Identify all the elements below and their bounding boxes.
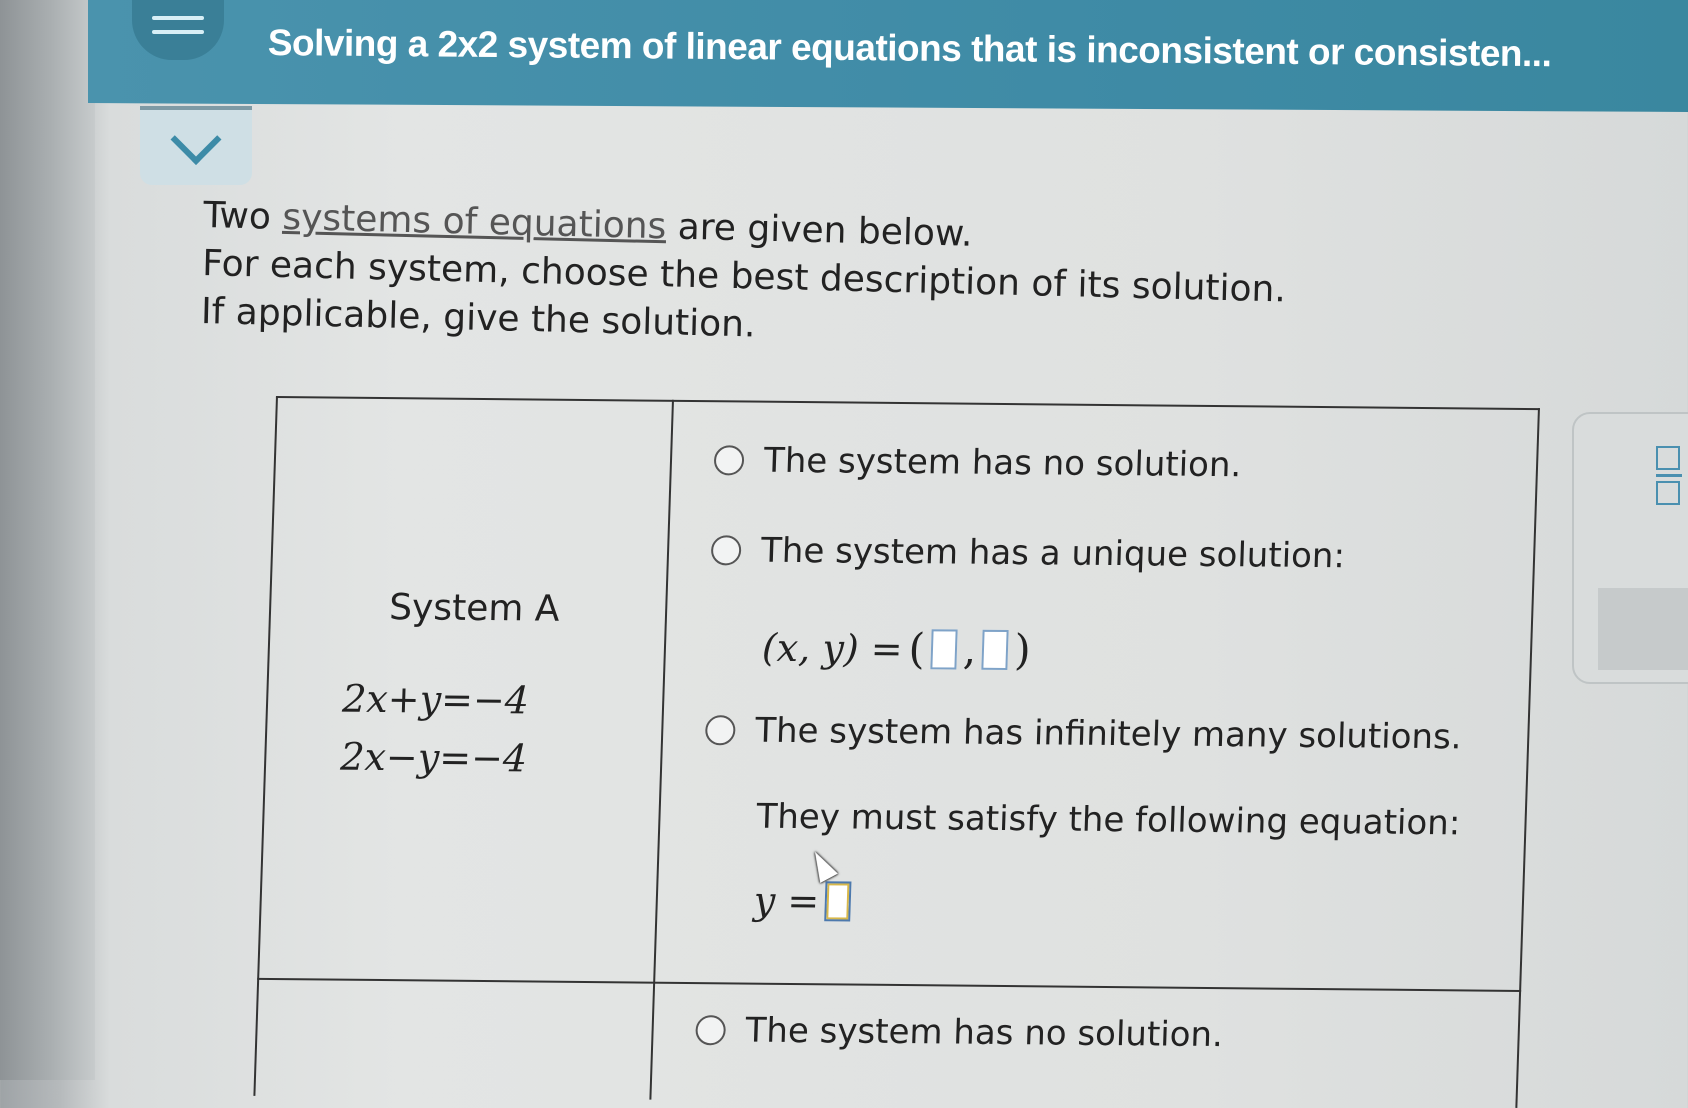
tool-button[interactable] [1598, 588, 1688, 670]
x-value-input[interactable] [930, 628, 958, 670]
y-equation-input[interactable] [824, 881, 852, 922]
numerator-box-icon [1656, 446, 1680, 470]
unique-solution-answer: (x, y) = ( , ) [761, 623, 1032, 675]
left-edge [0, 0, 95, 1080]
system-a-label: System A [388, 587, 561, 630]
denominator-box-icon [1656, 481, 1680, 505]
must-satisfy-text: They must satisfy the following equation… [755, 796, 1461, 844]
system-a-equation-2: 2x−y=−4 [339, 734, 528, 781]
option-label: The system has infinitely many solutions… [754, 710, 1463, 758]
radio-button[interactable] [704, 715, 736, 746]
option-label: The system has no solution. [744, 1010, 1224, 1056]
systems-table: System A 2x+y=−4 2x−y=−4 The system has … [253, 396, 1542, 1108]
menu-icon-bar [152, 30, 204, 34]
system-a-option-infinite-solutions[interactable]: The system has infinitely many solutions… [704, 710, 1463, 758]
fraction-bar-icon [1656, 474, 1682, 477]
system-b-option-no-solution[interactable]: The system has no solution. [695, 1010, 1224, 1055]
option-label: The system has no solution. [763, 440, 1242, 486]
open-paren: ( [907, 624, 926, 674]
instructions: Two systems of equations are given below… [200, 192, 1287, 362]
option-label: The system has a unique solution: [760, 530, 1346, 577]
instruction-text: Two [202, 194, 283, 238]
y-value-input[interactable] [981, 629, 1010, 670]
systems-of-equations-link[interactable]: systems of equations [282, 197, 667, 247]
radio-button[interactable] [710, 535, 742, 566]
radio-button[interactable] [713, 445, 745, 476]
menu-icon-bar [152, 16, 204, 20]
fraction-icon[interactable] [1656, 446, 1684, 505]
xy-equals-label: (x, y) = [761, 625, 904, 671]
radio-button[interactable] [695, 1015, 727, 1046]
y-equals-label: y = [753, 878, 820, 924]
comma: , [962, 624, 978, 674]
system-a-option-unique-solution[interactable]: The system has a unique solution: [710, 530, 1346, 577]
system-a-option-no-solution[interactable]: The system has no solution. [713, 440, 1242, 485]
close-paren: ) [1013, 625, 1032, 675]
collapse-toggle-button[interactable] [140, 106, 252, 185]
system-a-equation-1: 2x+y=−4 [341, 676, 530, 723]
infinite-solution-answer: y = [753, 879, 852, 924]
chevron-down-icon [170, 113, 222, 165]
instruction-text: are given below. [665, 206, 974, 255]
